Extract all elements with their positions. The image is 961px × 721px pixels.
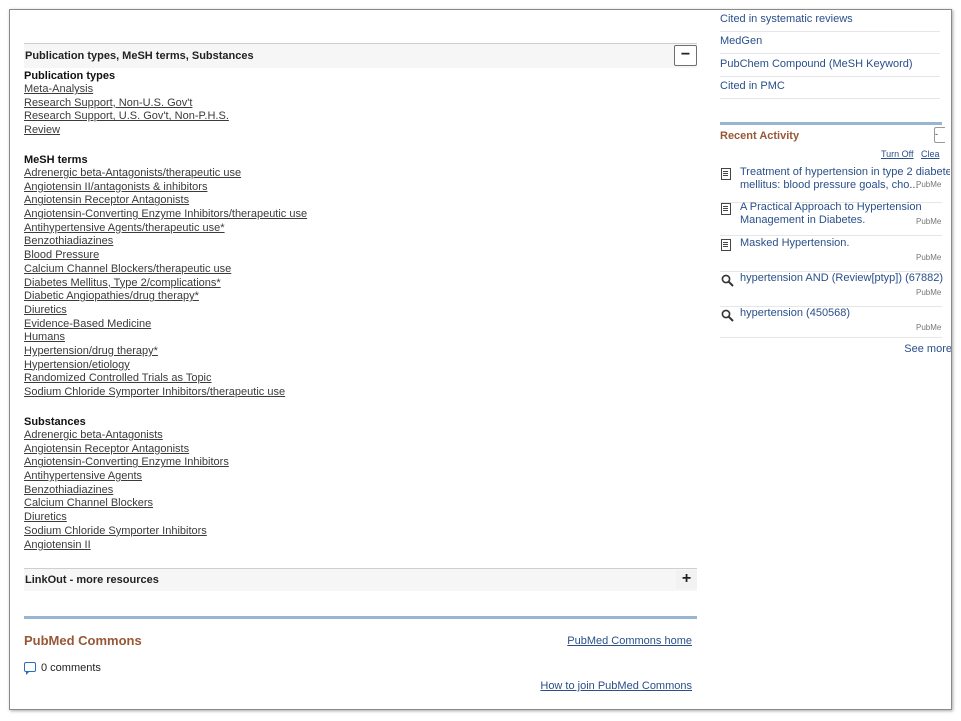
publication-types-heading: Publication types	[24, 70, 116, 82]
turn-off-link[interactable]: Turn Off	[881, 149, 914, 159]
mesh-term-link[interactable]: Hypertension/etiology	[24, 359, 130, 371]
commons-home-link[interactable]: PubMed Commons home	[567, 635, 692, 647]
substance-link[interactable]: Angiotensin II	[24, 539, 91, 551]
see-more-link[interactable]: See more	[904, 343, 951, 355]
mesh-term-link[interactable]: Diabetic Angiopathies/drug therapy*	[24, 290, 199, 302]
mesh-terms-block: MeSH terms Adrenergic beta-Antagonists/t…	[24, 154, 664, 400]
comment-icon	[24, 662, 36, 675]
pubtypes-section-title: Publication types, MeSH terms, Substance…	[25, 50, 254, 62]
comments-count: 0 comments	[41, 662, 101, 674]
recent-activity-source: PubMe	[916, 323, 942, 332]
mesh-term-link[interactable]: Calcium Channel Blockers/therapeutic use	[24, 263, 231, 275]
publication-types-block: Publication types Meta-Analysis Research …	[24, 70, 664, 138]
pubtypes-section-header[interactable]: Publication types, MeSH terms, Substance…	[24, 43, 697, 68]
publication-type-link[interactable]: Meta-Analysis	[24, 83, 93, 95]
recent-activity-collapse-button[interactable]: -	[934, 127, 945, 143]
mesh-term-link[interactable]: Diuretics	[24, 304, 67, 316]
substances-list: Adrenergic beta-Antagonists Angiotensin R…	[24, 429, 664, 552]
substance-link[interactable]: Adrenergic beta-Antagonists	[24, 429, 163, 441]
publication-type-link[interactable]: Research Support, U.S. Gov't, Non-P.H.S.	[24, 110, 229, 122]
mesh-term-link[interactable]: Hypertension/drug therapy*	[24, 345, 158, 357]
substance-link[interactable]: Antihypertensive Agents	[24, 470, 142, 482]
comments-row[interactable]: 0 comments	[24, 661, 101, 675]
substance-link[interactable]: Sodium Chloride Symporter Inhibitors	[24, 525, 207, 537]
mesh-term-link[interactable]: Adrenergic beta-Antagonists/therapeutic …	[24, 167, 241, 179]
publication-type-link[interactable]: Research Support, Non-U.S. Gov't	[24, 97, 192, 109]
recent-activity-item[interactable]: Treatment of hypertension in type 2 diab…	[720, 166, 950, 203]
mesh-term-link[interactable]: Diabetes Mellitus, Type 2/complications*	[24, 277, 221, 289]
substance-link[interactable]: Diuretics	[24, 511, 67, 523]
recent-activity-title: Recent Activity	[720, 130, 800, 142]
sidebar-link-medgen[interactable]: MedGen	[720, 31, 940, 54]
linkout-section-header[interactable]: LinkOut - more resources +	[24, 568, 697, 591]
mesh-term-link[interactable]: Humans	[24, 331, 65, 343]
substances-heading: Substances	[24, 416, 86, 428]
document-icon	[721, 203, 735, 217]
substance-link[interactable]: Angiotensin Receptor Antagonists	[24, 443, 189, 455]
mesh-term-link[interactable]: Sodium Chloride Symporter Inhibitors/the…	[24, 386, 285, 398]
recent-activity-text: Treatment of hypertension in type 2 diab…	[740, 166, 950, 178]
document-icon	[721, 168, 735, 182]
recent-activity-source: PubMe	[916, 180, 942, 189]
mesh-term-link[interactable]: Antihypertensive Agents/therapeutic use*	[24, 222, 225, 234]
recent-activity-source: PubMe	[916, 253, 942, 262]
commons-divider	[24, 616, 697, 619]
sidebar-link-pubchem-compound[interactable]: PubChem Compound (MeSH Keyword)	[720, 54, 940, 77]
mesh-term-link[interactable]: Angiotensin II/antagonists & inhibitors	[24, 181, 207, 193]
recent-activity-text: Masked Hypertension.	[740, 237, 850, 249]
recent-activity-text: A Practical Approach to Hypertension	[740, 201, 922, 213]
join-commons-link[interactable]: How to join PubMed Commons	[540, 680, 692, 692]
recent-activity-item[interactable]: hypertension (450568) PubMe	[720, 307, 942, 338]
document-icon	[721, 239, 735, 253]
substance-link[interactable]: Angiotensin-Converting Enzyme Inhibitors	[24, 456, 229, 468]
sidebar-link-cited-in-pmc[interactable]: Cited in PMC	[720, 76, 940, 99]
mesh-term-link[interactable]: Angiotensin Receptor Antagonists	[24, 194, 189, 206]
mesh-terms-list: Adrenergic beta-Antagonists/therapeutic …	[24, 167, 664, 400]
mesh-terms-heading: MeSH terms	[24, 154, 88, 166]
recent-activity-source: PubMe	[916, 217, 942, 226]
mesh-term-link[interactable]: Randomized Controlled Trials as Topic	[24, 372, 212, 384]
recent-activity-source: PubMe	[916, 288, 942, 297]
publication-types-list: Meta-Analysis Research Support, Non-U.S. …	[24, 83, 664, 138]
mesh-term-link[interactable]: Angiotensin-Converting Enzyme Inhibitors…	[24, 208, 307, 220]
publication-type-link[interactable]: Review	[24, 124, 60, 136]
mesh-term-link[interactable]: Evidence-Based Medicine	[24, 318, 151, 330]
recent-activity-divider	[720, 122, 942, 125]
recent-activity-text: hypertension (450568)	[740, 307, 851, 319]
clear-link[interactable]: Clea	[921, 149, 940, 159]
recent-activity-item[interactable]: A Practical Approach to Hypertension Mana…	[720, 201, 942, 236]
recent-activity-item[interactable]: hypertension AND (Review[ptyp]) (67882) …	[720, 272, 943, 307]
substance-link[interactable]: Benzothiadiazines	[24, 484, 113, 496]
mesh-term-link[interactable]: Blood Pressure	[24, 249, 99, 261]
search-icon	[721, 274, 735, 288]
substances-block: Substances Adrenergic beta-Antagonists An…	[24, 416, 664, 552]
search-icon	[721, 309, 735, 323]
mesh-term-link[interactable]: Benzothiadiazines	[24, 235, 113, 247]
linkout-section-title: LinkOut - more resources	[25, 574, 159, 586]
sidebar-link-systematic-reviews[interactable]: Cited in systematic reviews	[720, 10, 940, 32]
substance-link[interactable]: Calcium Channel Blockers	[24, 497, 153, 509]
recent-activity-item[interactable]: Masked Hypertension. PubMe	[720, 237, 942, 272]
expand-button[interactable]: +	[676, 570, 697, 589]
collapse-button[interactable]: −	[674, 45, 697, 66]
page-frame: Publication types, MeSH terms, Substance…	[9, 9, 952, 710]
commons-title: PubMed Commons	[24, 633, 142, 648]
recent-activity-text: hypertension AND (Review[ptyp]) (67882)	[740, 272, 943, 284]
